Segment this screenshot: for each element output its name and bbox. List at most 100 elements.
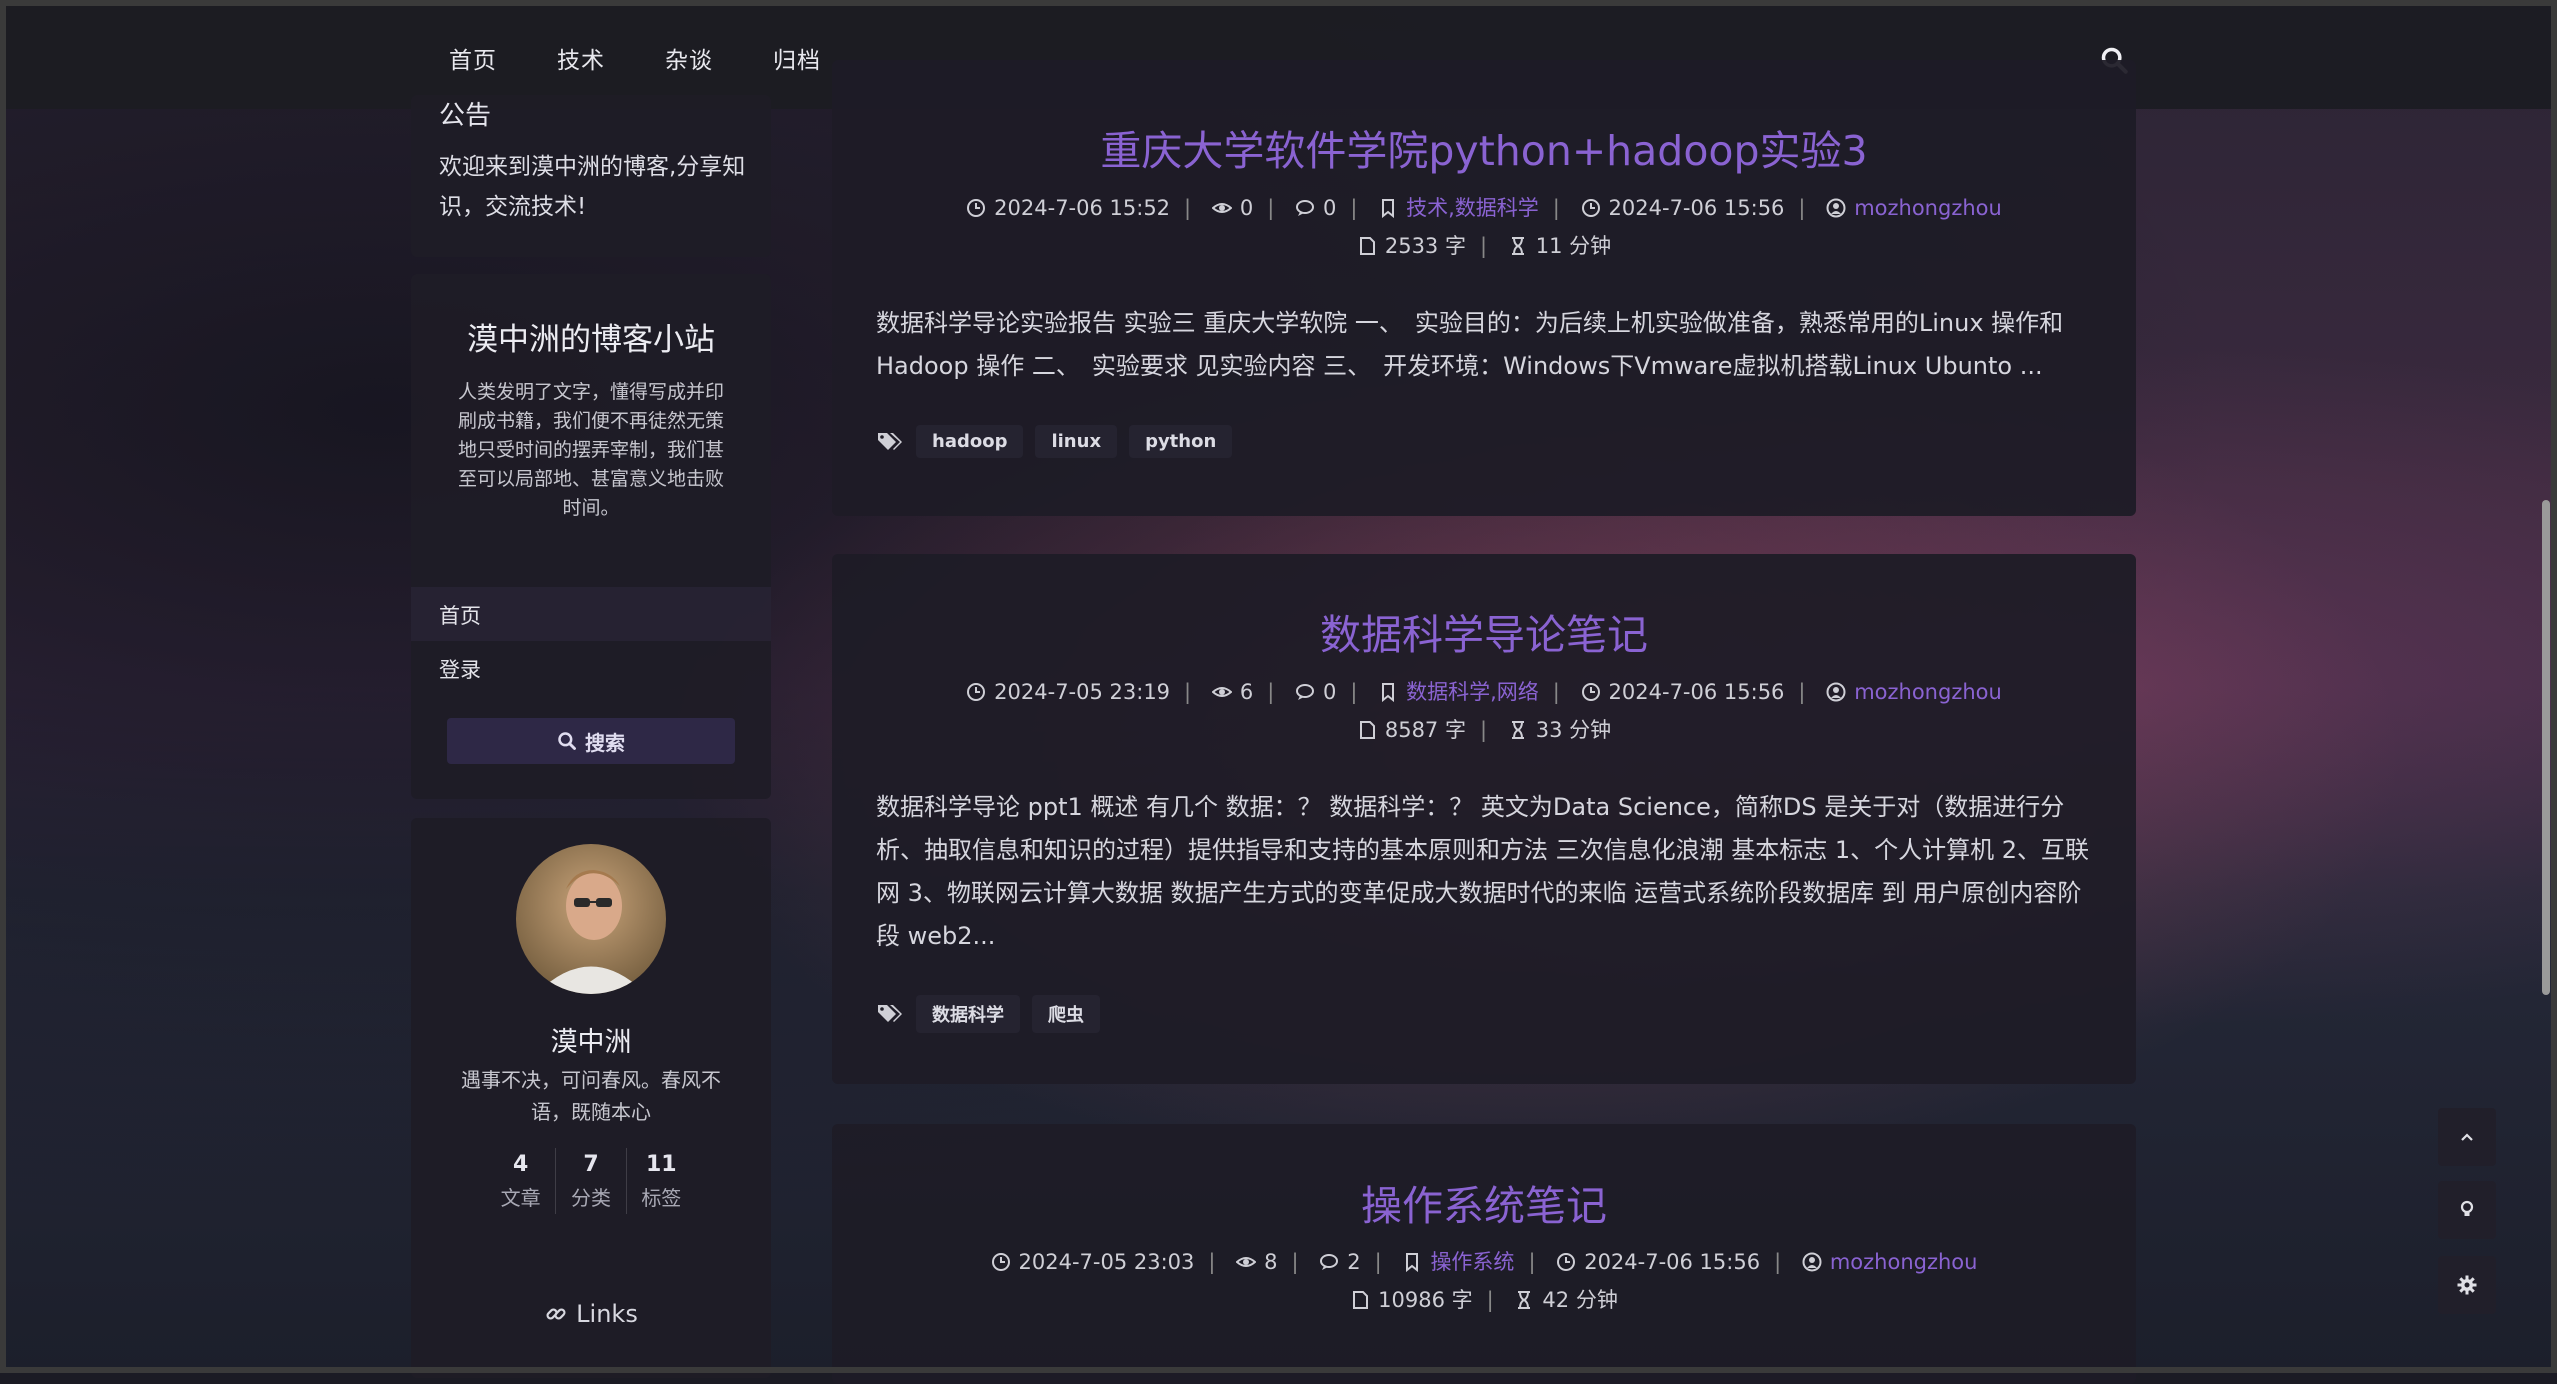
post-comments: 0 (1322, 196, 1337, 220)
notice-title: 公告 (439, 101, 492, 131)
post-words: 2533 字 (1384, 234, 1466, 258)
tags-icon (878, 1005, 902, 1022)
post-updated: 2024-7-06 15:56 (1608, 680, 1785, 704)
stat-tags[interactable]: 11 标签 (625, 1148, 696, 1214)
tag-chip[interactable]: linux (1035, 425, 1118, 458)
site-motto: 人类发明了文字，懂得写成并印刷成书籍，我们便不再徒然无策地只受时间的摆弄宰制，我… (457, 381, 724, 519)
links-label: Links (576, 1300, 638, 1328)
nav-item-misc[interactable]: 杂谈 (665, 41, 713, 75)
profile-card: 漠中洲 遇事不决，可问春风。春风不语，既随本心 4 文章 7 分类 11 标签 … (411, 818, 771, 1378)
stat-label: 文章 (500, 1186, 541, 1210)
clock-icon (991, 1253, 1010, 1271)
post-tags: hadoop linux python (876, 425, 1233, 458)
gear-icon (2457, 1275, 2477, 1295)
post-words: 8587 字 (1384, 718, 1466, 742)
clock-icon (1581, 199, 1600, 217)
post-meta: 2024-7-05 23:19 | 6 | 0 | 数据科学,网络 | 2024-7-0… (832, 676, 2136, 706)
comment-icon (1295, 684, 1314, 700)
post-author[interactable]: mozhongzhou (1830, 1250, 1978, 1274)
post-stats: 8587 字 | 33 分钟 (832, 714, 2136, 744)
chevron-up-icon (2461, 1133, 2473, 1141)
post-created: 2024-7-05 23:03 (1018, 1250, 1195, 1274)
post-comments: 2 (1347, 1250, 1361, 1274)
nav-item-tech[interactable]: 技术 (557, 41, 605, 75)
search-icon (558, 732, 576, 750)
clock-icon (967, 199, 986, 217)
profile-bio: 遇事不决，可问春风。春风不语，既随本心 (461, 1068, 721, 1124)
post-title[interactable]: 操作系统笔记 (832, 1172, 2136, 1232)
stat-label: 标签 (641, 1186, 682, 1210)
post-categories[interactable]: 技术,数据科学 (1406, 196, 1539, 220)
post-author[interactable]: mozhongzhou (1854, 196, 2002, 220)
clock-icon (1557, 1253, 1576, 1271)
post-updated: 2024-7-06 15:56 (1584, 1250, 1761, 1274)
clock-icon (967, 683, 986, 701)
link-icon (546, 1308, 566, 1320)
notice-text: 欢迎来到漠中洲的博客,分享知识，交流技术! (439, 154, 746, 220)
stat-label: 分类 (570, 1186, 611, 1210)
tags-icon (878, 432, 902, 450)
lightbulb-icon (2460, 1200, 2474, 1216)
sidebar-item-label: 登录 (439, 658, 481, 682)
post-views: 0 (1239, 196, 1254, 220)
nav-links: 首页 技术 杂谈 归档 (449, 6, 821, 109)
eye-icon (1236, 1257, 1257, 1267)
eye-icon (1211, 203, 1232, 213)
search-button-label: 搜索 (585, 730, 625, 755)
profile-name: 漠中洲 (550, 1027, 632, 1058)
post-title[interactable]: 数据科学导论笔记 (832, 601, 2136, 661)
post-stats: 2533 字 | 11 分钟 (832, 230, 2136, 260)
post-read-time: 33 分钟 (1535, 718, 1612, 742)
site-name[interactable]: 漠中洲的博客小站 (411, 314, 771, 359)
post-comments: 0 (1322, 680, 1337, 704)
post-title[interactable]: 重庆大学软件学院python+hadoop实验3 (832, 117, 2136, 177)
nav-item-archive[interactable]: 归档 (773, 41, 821, 75)
sidebar-item-label: 首页 (439, 604, 481, 628)
stat-value: 11 (646, 1152, 677, 1177)
post-author[interactable]: mozhongzhou (1854, 680, 2002, 704)
sidebar-item-home[interactable]: 首页 (411, 587, 771, 641)
user-icon (1826, 198, 1846, 218)
document-icon (1353, 1291, 1369, 1309)
post-views: 8 (1264, 1250, 1278, 1274)
post-views: 6 (1239, 680, 1254, 704)
post-excerpt: 数据科学导论 ppt1 概述 有几个 数据：？ 数据科学：？ 英文为Data S… (876, 793, 2090, 950)
bookmark-icon (1382, 199, 1395, 218)
post-created: 2024-7-05 23:19 (994, 680, 1171, 704)
stat-value: 7 (583, 1152, 599, 1177)
stat-value: 4 (513, 1152, 529, 1177)
tag-chip[interactable]: 数据科学 (916, 995, 1020, 1033)
theme-toggle-button[interactable] (2438, 1181, 2496, 1239)
bookmark-icon (1382, 683, 1395, 702)
user-icon (1826, 682, 1846, 702)
stat-posts[interactable]: 4 文章 (486, 1148, 555, 1214)
document-icon (1359, 237, 1375, 255)
post-card: 重庆大学软件学院python+hadoop实验3 2024-7-06 15:52… (832, 60, 2136, 516)
settings-button[interactable] (2438, 1256, 2496, 1314)
post-created: 2024-7-06 15:52 (994, 196, 1171, 220)
comment-icon (1295, 200, 1314, 216)
avatar[interactable] (516, 844, 666, 994)
post-card: 操作系统笔记 2024-7-05 23:03 | 8 | 2 | 操作系统 | 2024… (832, 1124, 2136, 1384)
sidebar-item-login[interactable]: 登录 (411, 641, 771, 695)
hourglass-icon (1511, 237, 1524, 255)
post-stats: 10986 字 | 42 分钟 (832, 1284, 2136, 1314)
post-categories[interactable]: 操作系统 (1430, 1250, 1514, 1274)
user-icon (1802, 1252, 1822, 1272)
hourglass-icon (1511, 721, 1524, 739)
tag-chip[interactable]: python (1129, 425, 1233, 458)
sidebar-search-button[interactable]: 搜索 (447, 718, 735, 764)
scrollbar-thumb[interactable] (2542, 500, 2550, 995)
post-words: 10986 字 (1378, 1288, 1473, 1312)
document-icon (1359, 721, 1375, 739)
nav-item-home[interactable]: 首页 (449, 41, 497, 75)
eye-icon (1211, 687, 1232, 697)
tag-chip[interactable]: 爬虫 (1032, 995, 1100, 1033)
links-button[interactable]: Links (411, 1300, 771, 1328)
stat-categories[interactable]: 7 分类 (555, 1148, 625, 1214)
post-categories[interactable]: 数据科学,网络 (1406, 680, 1539, 704)
back-to-top-button[interactable] (2438, 1108, 2496, 1166)
profile-stats: 4 文章 7 分类 11 标签 (486, 1148, 696, 1214)
post-read-time: 11 分钟 (1535, 234, 1612, 258)
tag-chip[interactable]: hadoop (916, 425, 1024, 458)
